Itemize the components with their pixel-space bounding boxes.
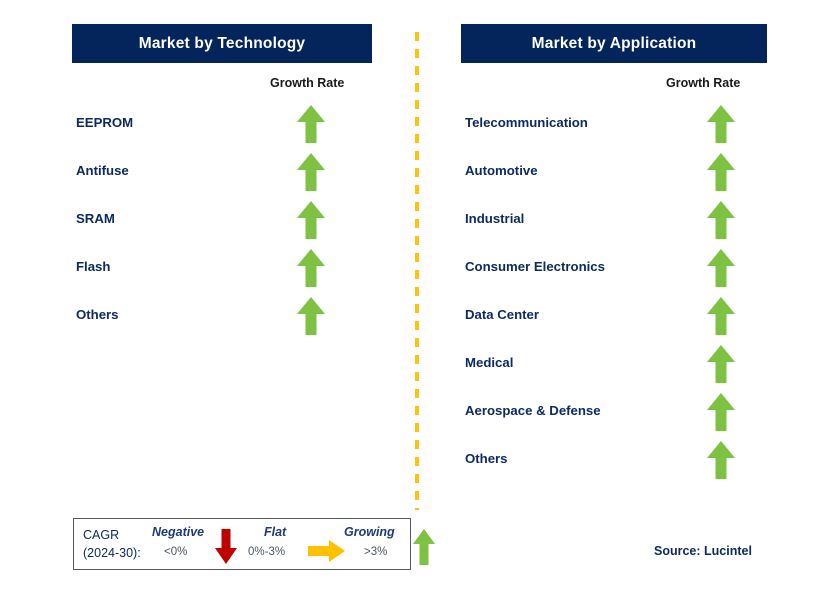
row-label: Others: [465, 451, 508, 466]
legend-label-growing: Growing: [344, 525, 395, 539]
row-label: Data Center: [465, 307, 540, 322]
table-row: Others: [461, 440, 767, 488]
row-label: Automotive: [465, 163, 538, 178]
row-label: SRAM: [76, 211, 115, 226]
up-arrow-icon: [706, 392, 736, 432]
legend-cagr-title: CAGR (2024-30):: [83, 526, 141, 562]
up-arrow-icon: [412, 528, 436, 566]
table-row: Telecommunication: [461, 104, 767, 152]
legend-item-negative: Negative <0%: [146, 523, 251, 567]
row-list-application: Telecommunication Automotive Industrial Con…: [461, 104, 767, 488]
up-arrow-icon: [706, 104, 736, 144]
up-arrow-icon: [706, 248, 736, 288]
legend-range-flat: 0%-3%: [248, 546, 286, 558]
row-label: Industrial: [465, 211, 525, 226]
table-row: Automotive: [461, 152, 767, 200]
table-row: Medical: [461, 344, 767, 392]
legend-cagr-line1: CAGR: [83, 528, 120, 542]
legend-item-flat: Flat 0%-3%: [244, 523, 354, 567]
right-arrow-icon: [308, 539, 346, 563]
legend-box: CAGR (2024-30): Negative <0% Flat 0%-3% …: [73, 518, 435, 570]
down-arrow-icon: [214, 529, 238, 565]
table-row: EEPROM: [72, 104, 372, 152]
panel-market-by-technology: Market by Technology Growth Rate EEPROM A…: [72, 0, 372, 598]
panel-market-by-application: Market by Application Growth Rate Teleco…: [461, 0, 767, 598]
table-row: Aerospace & Defense: [461, 392, 767, 440]
up-arrow-icon: [296, 296, 326, 336]
table-row: Flash: [72, 248, 372, 296]
row-label: Aerospace & Defense: [465, 403, 601, 418]
table-row: SRAM: [72, 200, 372, 248]
table-row: Industrial: [461, 200, 767, 248]
up-arrow-icon: [296, 248, 326, 288]
up-arrow-icon: [706, 152, 736, 192]
up-arrow-icon: [706, 200, 736, 240]
table-row: Consumer Electronics: [461, 248, 767, 296]
row-label: Medical: [465, 355, 514, 370]
growth-rate-column-label-application: Growth Rate: [666, 76, 741, 90]
legend-item-growing: Growing >3%: [342, 523, 442, 567]
up-arrow-icon: [296, 104, 326, 144]
source-note: Source: Lucintel: [654, 544, 752, 558]
panel-title-technology: Market by Technology: [138, 34, 306, 52]
up-arrow-icon: [706, 440, 736, 480]
panel-header-technology: Market by Technology: [72, 24, 372, 63]
panel-title-application: Market by Application: [531, 34, 697, 52]
legend-cagr-line2: (2024-30):: [83, 546, 141, 560]
growth-rate-column-label-technology: Growth Rate: [270, 76, 345, 90]
up-arrow-icon: [296, 200, 326, 240]
row-label: Flash: [76, 259, 111, 274]
up-arrow-icon: [706, 296, 736, 336]
table-row: Others: [72, 296, 372, 344]
legend-label-flat: Flat: [264, 525, 287, 539]
row-label: Consumer Electronics: [465, 259, 605, 274]
legend-label-negative: Negative: [152, 525, 205, 539]
row-label: Others: [76, 307, 119, 322]
legend-range-growing: >3%: [364, 546, 388, 558]
panel-header-application: Market by Application: [461, 24, 767, 63]
table-row: Antifuse: [72, 152, 372, 200]
dashed-vertical-divider: [415, 32, 419, 510]
row-label: Telecommunication: [465, 115, 588, 130]
row-label: Antifuse: [76, 163, 129, 178]
up-arrow-icon: [296, 152, 326, 192]
legend-range-negative: <0%: [164, 546, 188, 558]
row-list-technology: EEPROM Antifuse SRAM Flash Others: [72, 104, 372, 344]
up-arrow-icon: [706, 344, 736, 384]
table-row: Data Center: [461, 296, 767, 344]
row-label: EEPROM: [76, 115, 134, 130]
